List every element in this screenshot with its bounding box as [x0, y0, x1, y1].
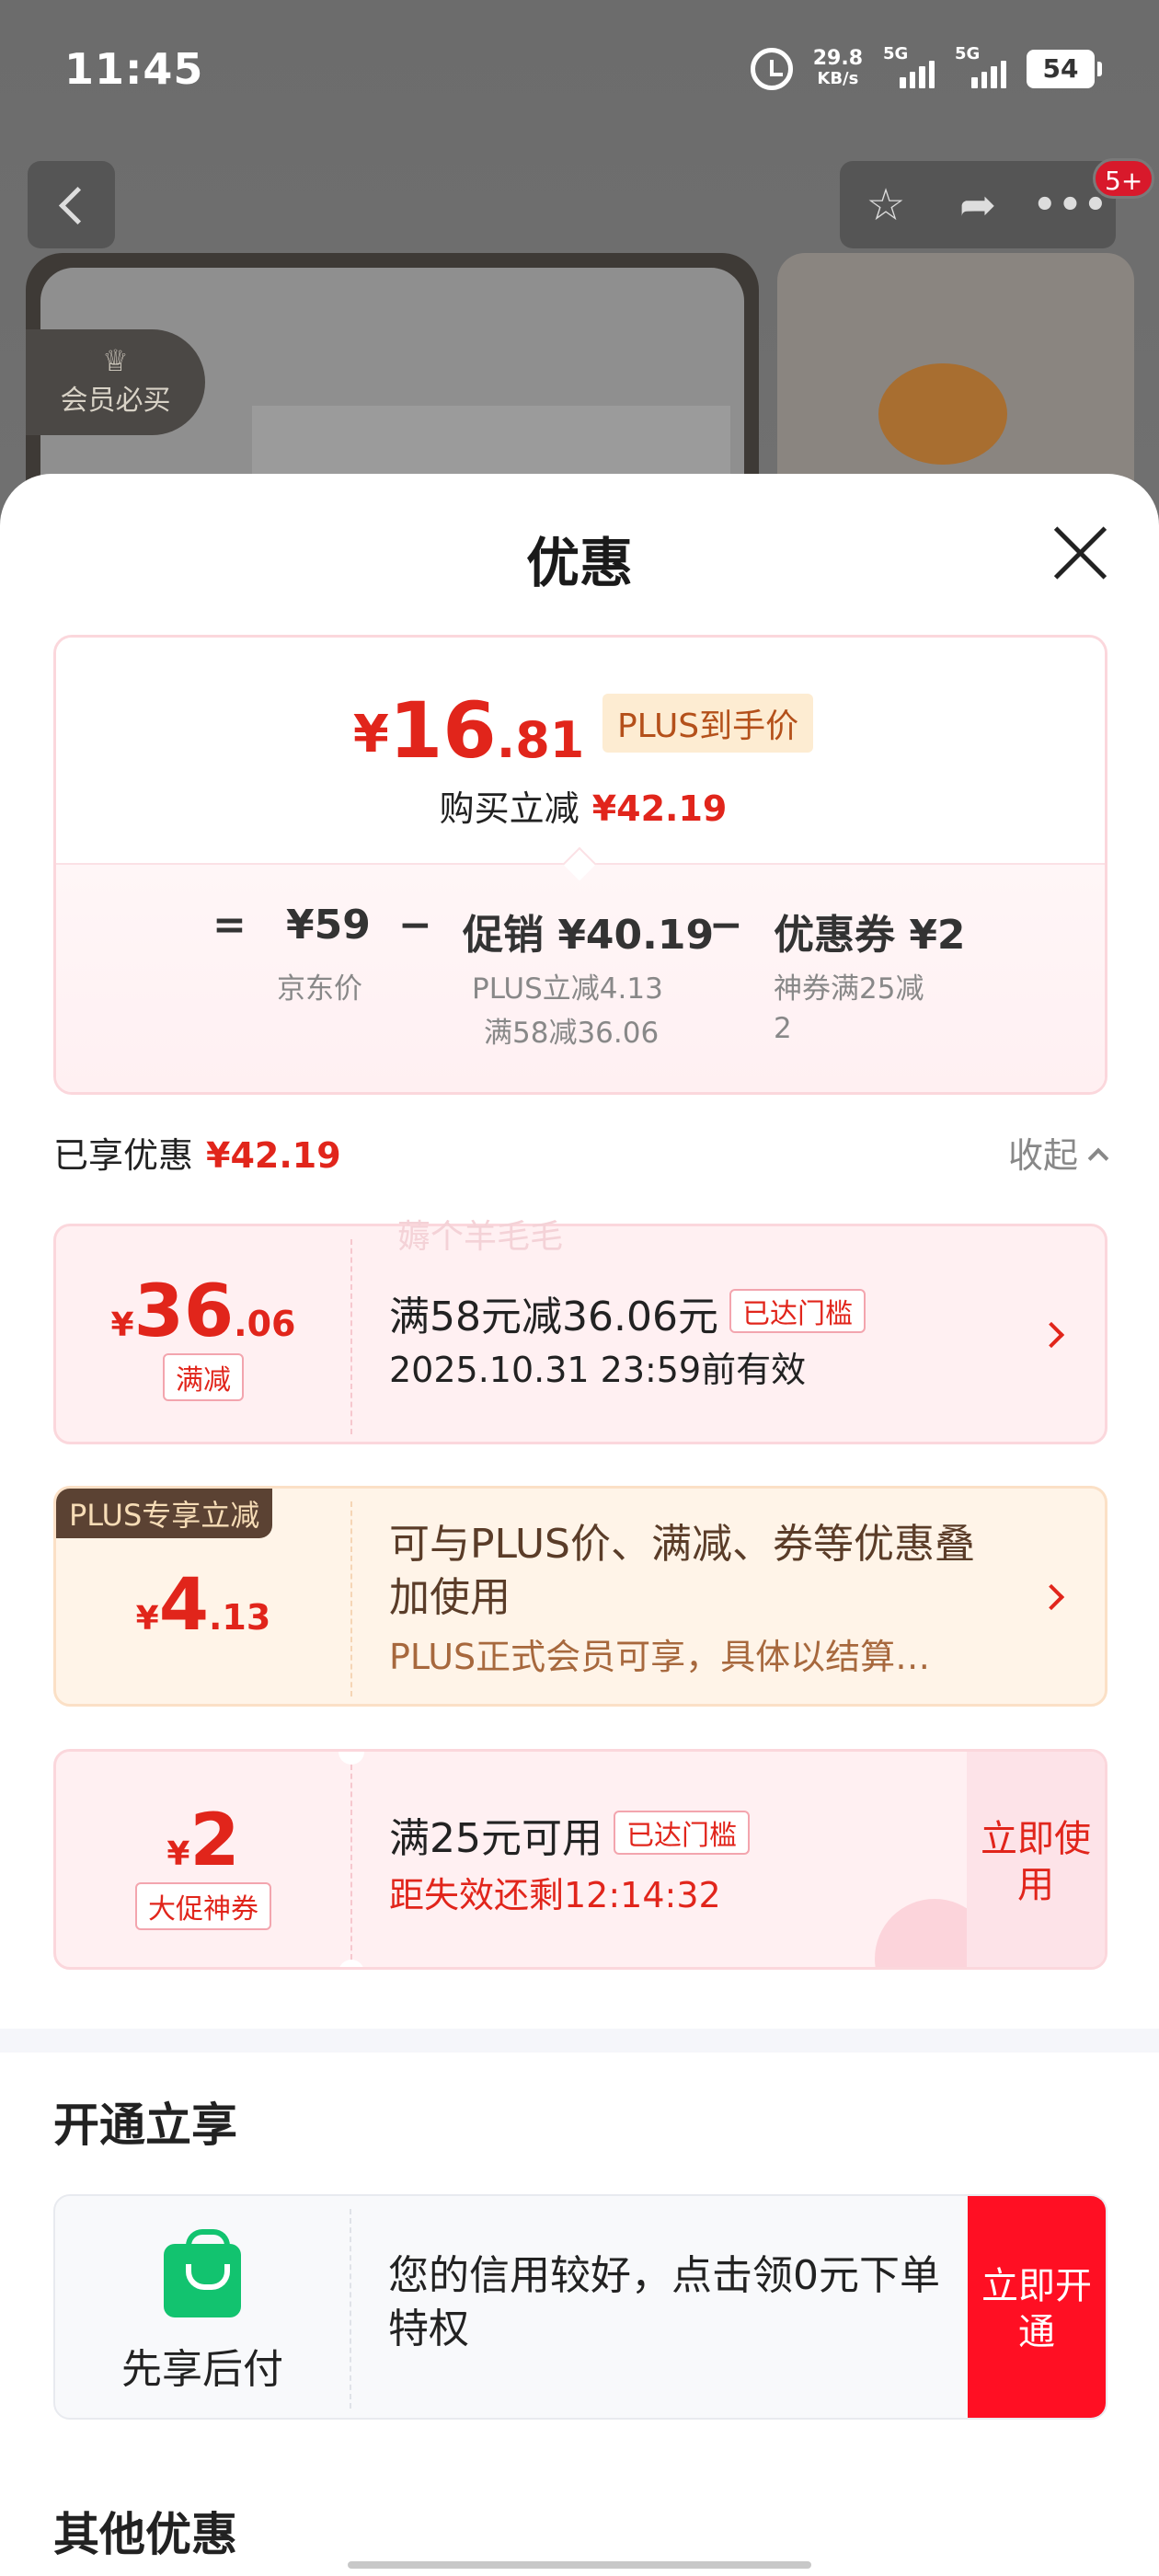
use-now-button[interactable]: 立即使用: [967, 1752, 1105, 1967]
price-currency: ¥: [352, 705, 389, 765]
buy-reduce-label: 购买立减: [439, 788, 580, 829]
battery-icon: 54: [1027, 50, 1102, 88]
enjoyed-value: ¥42.19: [206, 1135, 341, 1176]
coupon-title: 满58元减36.06元 已达门槛: [389, 1283, 866, 1342]
coupon-title-text: 满25元可用: [389, 1815, 602, 1862]
coupon-full-reduction[interactable]: ¥36.06 满减 满58元减36.06元 已达门槛 2025.10.31 23:…: [53, 1224, 1107, 1444]
coupon-description: PLUS正式会员可享，具体以结算…: [389, 1637, 931, 1677]
price-integer: 16: [388, 685, 497, 776]
card-divider: [350, 2209, 351, 2409]
coupon-amount-integer: 36: [133, 1271, 235, 1353]
coupon-amount: ¥2: [56, 1800, 350, 1882]
pay-later-card[interactable]: 先享后付 您的信用较好，点击领0元下单特权 立即开通: [53, 2194, 1107, 2420]
equals-sign: =: [212, 902, 247, 949]
coupon-amount: ¥4.13: [56, 1564, 350, 1647]
jd-price-label: 京东价: [277, 972, 362, 1006]
signal-label-2: 5G: [955, 44, 981, 63]
network-speed: 29.8 KB/s: [813, 49, 863, 89]
coupon-plus-reduction[interactable]: PLUS专享立减 ¥4.13 可与PLUS价、满减、券等优惠叠加使用 PLUS正…: [53, 1486, 1107, 1707]
coupon-expiry: 2025.10.31 23:59前有效: [389, 1350, 807, 1390]
discount-sheet: 优惠 ¥16.81 PLUS到手价 购买立减 ¥42.19 = ¥59 京东价 −…: [0, 474, 1159, 2576]
share-icon[interactable]: ➦: [941, 179, 1015, 231]
coupon-amount-integer: 4: [158, 1564, 209, 1647]
status-icons: 29.8 KB/s 5G 5G 54: [750, 44, 1102, 90]
network-speed-value: 29.8: [812, 47, 863, 70]
coupon-divider: [350, 1239, 352, 1434]
coupon-divider: [350, 1765, 352, 1960]
coupon-title: 满25元可用 已达门槛: [389, 1805, 750, 1864]
plus-price-tag: PLUS到手价: [602, 694, 814, 753]
coupon-amount-decimal: .13: [209, 1597, 271, 1638]
network-speed-unit: KB/s: [817, 69, 859, 88]
status-bar: 11:45 29.8 KB/s 5G 5G 54: [0, 0, 1159, 138]
status-time: 11:45: [64, 44, 204, 94]
pay-later-label: 先享后付: [121, 2346, 283, 2393]
coupon-kind-tag: 大促神券: [135, 1882, 271, 1930]
close-icon[interactable]: [1049, 520, 1113, 584]
signal-label-1: 5G: [883, 44, 909, 63]
coupon-amount-integer: 2: [189, 1800, 240, 1882]
shopping-bag-icon: [164, 2229, 241, 2317]
watermark: 薅个羊毛毛: [397, 1218, 564, 1256]
nav-action-group: ☆ ➦ •••: [840, 161, 1116, 248]
coupon-sub-2: 2: [774, 1012, 792, 1045]
other-section-title: 其他优惠: [53, 2508, 237, 2561]
coupon-divider: [350, 1501, 352, 1696]
signal-icon-1: 5G: [883, 44, 935, 88]
promo-sub-plus: PLUS立减4.13: [472, 972, 663, 1006]
promo-amount: 促销 ¥40.19: [463, 912, 715, 959]
credit-offer-text: 您的信用较好，点击领0元下单特权: [388, 2252, 940, 2352]
section-divider: [0, 2029, 1159, 2053]
chevron-up-icon: [1087, 1147, 1109, 1169]
alarm-icon: [750, 48, 793, 90]
crown-icon: ♕: [102, 343, 129, 378]
final-price: ¥16.81 PLUS到手价: [56, 685, 1105, 776]
sheet-title: 优惠: [525, 532, 633, 594]
coupon-promo: ¥2 大促神券 满25元可用 已达门槛 距失效还剩12:14:32 立即使用: [53, 1749, 1107, 1970]
collapse-button[interactable]: 收起: [1007, 1127, 1109, 1178]
threshold-reached-tag: 已达门槛: [729, 1289, 866, 1333]
coupon-kind-tag: 满减: [163, 1353, 244, 1401]
coupon-countdown: 距失效还剩12:14:32: [389, 1875, 721, 1915]
coupon-amount-decimal: .06: [234, 1304, 296, 1344]
promo-sub-full: 满58减36.06: [484, 1017, 660, 1050]
jd-price: ¥59: [286, 902, 371, 949]
coupon-title-text: 满58元减36.06元: [389, 1294, 718, 1340]
threshold-reached-tag: 已达门槛: [614, 1811, 750, 1855]
price-breakdown: = ¥59 京东价 − 促销 ¥40.19 PLUS立减4.13 满58减36.…: [56, 863, 1105, 1092]
coupon-amount: ¥36.06: [56, 1271, 350, 1353]
vip-tag-label: 会员必买: [60, 385, 171, 417]
back-button[interactable]: [28, 161, 115, 248]
message-badge: 5+: [1093, 158, 1155, 199]
enjoyed-label: 已享优惠: [53, 1135, 194, 1176]
price-decimal: .81: [496, 711, 585, 769]
coupon-currency: ¥: [135, 1600, 159, 1638]
buy-reduce-line: 购买立减 ¥42.19: [56, 780, 1105, 831]
price-summary-card: ¥16.81 PLUS到手价 购买立减 ¥42.19 = ¥59 京东价 − 促销…: [53, 635, 1107, 1095]
minus-sign-2: −: [709, 902, 743, 949]
minus-sign-1: −: [398, 902, 432, 949]
open-section-title: 开通立享: [53, 2099, 237, 2152]
coupon-sub-1: 神券满25减: [774, 972, 924, 1006]
enjoyed-discount-row: 已享优惠 ¥42.19: [53, 1127, 341, 1178]
open-now-button[interactable]: 立即开通: [968, 2196, 1106, 2418]
star-icon[interactable]: ☆: [849, 179, 923, 231]
vip-must-buy-tag: ♕ 会员必买: [26, 329, 205, 435]
home-indicator[interactable]: [348, 2561, 811, 2569]
buy-reduce-value: ¥42.19: [591, 788, 728, 829]
coupon-currency: ¥: [110, 1306, 134, 1344]
signal-icon-2: 5G: [955, 44, 1006, 88]
coupon-title: 可与PLUS价、满减、券等优惠叠加使用: [389, 1521, 975, 1621]
coupon-currency: ¥: [166, 1835, 190, 1873]
coupon-amount: 优惠券 ¥2: [774, 912, 966, 959]
collapse-label: 收起: [1007, 1135, 1078, 1176]
